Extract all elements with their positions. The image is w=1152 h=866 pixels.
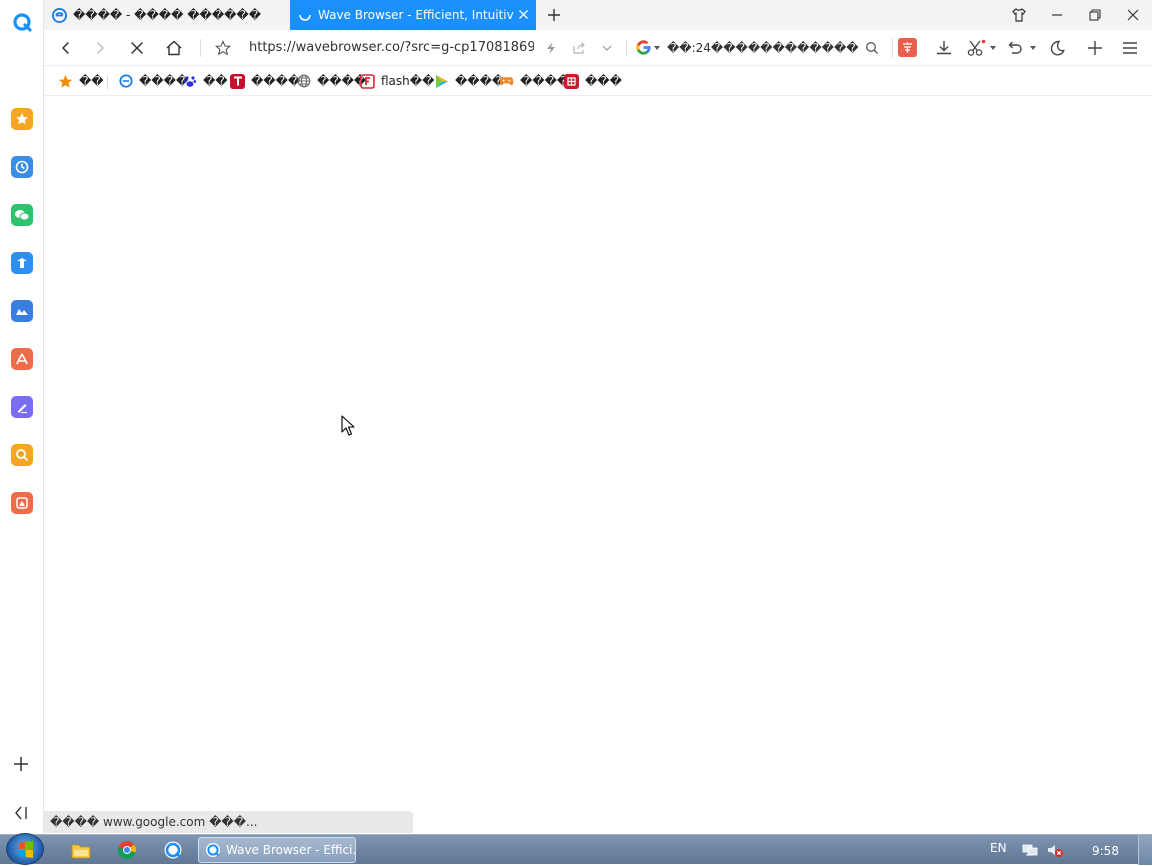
menu-icon[interactable]: [1117, 35, 1143, 61]
loading-spinner-icon: [298, 8, 312, 22]
ie-icon: [118, 74, 133, 89]
screenshot-scissors-icon[interactable]: [964, 35, 990, 61]
ie-icon: [52, 7, 67, 23]
language-indicator[interactable]: EN: [990, 841, 1007, 855]
night-mode-icon[interactable]: [1044, 35, 1070, 61]
favorites-app-icon[interactable]: [11, 108, 33, 130]
file-transfer-app-icon[interactable]: [11, 252, 33, 274]
search-app-icon[interactable]: [11, 444, 33, 466]
history-app-icon[interactable]: [11, 156, 33, 178]
divider: [626, 39, 627, 57]
minimize-button[interactable]: [1038, 0, 1076, 30]
search-input[interactable]: ��:24������������: [667, 41, 867, 55]
taobao-icon: [564, 73, 579, 89]
bookmark-item[interactable]: ��: [58, 72, 104, 90]
network-icon[interactable]: [1019, 839, 1041, 861]
image-app-icon[interactable]: [11, 492, 33, 514]
bookmark-label: ����: [520, 74, 570, 88]
bookmark-label: ���: [585, 74, 622, 88]
caret-down-icon[interactable]: [654, 46, 660, 50]
share-icon[interactable]: [566, 35, 592, 61]
divider: [107, 75, 108, 89]
bookmark-star-icon[interactable]: [210, 35, 236, 61]
collapse-sidebar-icon[interactable]: [12, 804, 30, 822]
qq-browser-taskbar-icon[interactable]: [162, 839, 184, 861]
start-button[interactable]: [6, 833, 44, 865]
side-panel: [0, 0, 44, 834]
bookmark-label: ����: [139, 74, 189, 88]
bookmark-label: ����: [251, 74, 301, 88]
add-app-icon[interactable]: [12, 755, 30, 773]
google-icon[interactable]: [635, 39, 652, 56]
taskbar: Wave Browser - Effici... EN 9:58: [0, 833, 1152, 865]
close-tab-icon[interactable]: [518, 9, 529, 20]
status-bar: ���� www.google.com ���...: [44, 811, 413, 833]
bookmark-item[interactable]: ����: [499, 72, 569, 90]
tab-home[interactable]: ���� - ���� ������: [44, 0, 290, 30]
translate-icon[interactable]: [898, 38, 917, 57]
search-icon[interactable]: [859, 35, 885, 61]
star-icon: [58, 74, 73, 89]
chrome-icon[interactable]: [116, 839, 138, 861]
tab-wave-browser[interactable]: Wave Browser - Efficient, Intuitive an: [290, 0, 536, 30]
bookmark-label: ��: [79, 74, 104, 88]
show-desktop-button[interactable]: [1138, 835, 1152, 865]
file-explorer-icon[interactable]: [70, 839, 92, 861]
home-button[interactable]: [161, 35, 187, 61]
bookmarks-bar: �� ���� �� ���� ���� flash�� ���� ���� �…: [44, 66, 1152, 96]
bookmark-label: ����: [455, 74, 505, 88]
flash-center-icon: [360, 73, 375, 89]
mouse-cursor-icon: [341, 415, 355, 436]
divider: [200, 39, 201, 57]
bookmark-label: ��: [203, 74, 228, 88]
wechat-app-icon[interactable]: [11, 204, 33, 226]
video-play-icon: [434, 74, 449, 89]
caret-down-icon[interactable]: [1030, 46, 1036, 50]
bookmark-item[interactable]: ��: [182, 72, 228, 90]
close-window-button[interactable]: [1114, 0, 1152, 30]
bookmark-item[interactable]: ���: [564, 72, 622, 90]
address-toolbar: https://wavebrowser.co/?src=g-cp17081869…: [44, 30, 1152, 66]
qq-browser-logo-icon[interactable]: [12, 12, 32, 32]
taskbar-active-window[interactable]: Wave Browser - Effici...: [198, 837, 356, 863]
caret-down-icon[interactable]: [990, 46, 996, 50]
game-controller-icon: [499, 74, 514, 89]
chevron-down-icon[interactable]: [594, 35, 620, 61]
restore-button[interactable]: [1076, 0, 1114, 30]
stop-button[interactable]: [124, 35, 150, 61]
clock[interactable]: 9:58: [1092, 844, 1119, 858]
add-icon[interactable]: [1082, 35, 1108, 61]
divider: [892, 38, 893, 58]
undo-close-tab-icon[interactable]: [1002, 35, 1028, 61]
bookmark-label: flash��: [381, 74, 435, 88]
volume-muted-icon[interactable]: [1044, 839, 1066, 861]
bookmark-item[interactable]: ����: [434, 72, 504, 90]
page-content: [45, 96, 1152, 834]
download-icon[interactable]: [931, 35, 957, 61]
tab-title: Wave Browser - Efficient, Intuitive an: [318, 8, 514, 22]
tmall-icon: [230, 73, 245, 89]
taskbar-window-title: Wave Browser - Effici...: [226, 843, 356, 857]
tab-strip: ���� - ���� ������ Wave Browser - Effici…: [44, 0, 1152, 30]
pdf-app-icon[interactable]: [11, 348, 33, 370]
forward-button[interactable]: [87, 35, 113, 61]
cloud-app-icon[interactable]: [11, 300, 33, 322]
qq-browser-small-icon: [205, 842, 221, 858]
skin-button[interactable]: [1000, 0, 1038, 30]
bookmark-item[interactable]: ����: [230, 72, 300, 90]
globe-icon: [296, 74, 311, 89]
tab-title: ���� - ���� ������: [73, 8, 262, 22]
new-tab-button[interactable]: [546, 7, 562, 23]
url-field[interactable]: https://wavebrowser.co/?src=g-cp17081869: [249, 40, 534, 55]
baidu-paw-icon: [182, 74, 197, 89]
back-button[interactable]: [53, 35, 79, 61]
speed-mode-icon[interactable]: [538, 35, 564, 61]
bookmark-item[interactable]: ����: [118, 72, 188, 90]
bookmark-item[interactable]: ����: [296, 72, 366, 90]
bookmark-label: ����: [317, 74, 367, 88]
bookmark-item[interactable]: flash��: [360, 72, 434, 90]
notes-app-icon[interactable]: [11, 396, 33, 418]
